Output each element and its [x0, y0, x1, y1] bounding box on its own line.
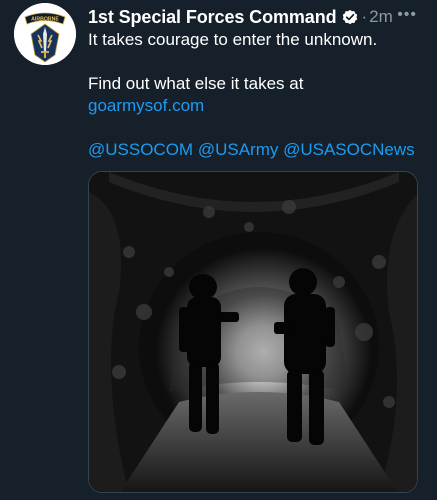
author-name[interactable]: 1st Special Forces Command — [88, 7, 337, 28]
tweet-text: It takes courage to enter the unknown. F… — [88, 29, 427, 161]
special-forces-patch-icon: AIRBORNE — [14, 3, 76, 65]
tweet-text-line-1: It takes courage to enter the unknown. — [88, 30, 378, 49]
website-link[interactable]: goarmysof.com — [88, 95, 427, 117]
mentions-links[interactable]: @USSOCOM @USArmy @USASOCNews — [88, 139, 427, 161]
verified-badge-icon — [342, 9, 357, 25]
timestamp[interactable]: 2m — [369, 7, 393, 27]
tweet-text-line-2: Find out what else it takes at — [88, 74, 304, 93]
airborne-tab-text: AIRBORNE — [31, 17, 59, 23]
separator-dot: · — [361, 7, 368, 26]
tweet-image[interactable] — [88, 171, 418, 493]
more-options-icon[interactable]: ••• — [397, 6, 417, 24]
tweet-card[interactable]: AIRBORNE 1st Special Forces Command · 2m… — [0, 0, 437, 500]
tweet-header: 1st Special Forces Command · 2m ••• — [88, 6, 425, 28]
tunnel-photo — [89, 172, 417, 492]
avatar[interactable]: AIRBORNE — [14, 3, 76, 65]
